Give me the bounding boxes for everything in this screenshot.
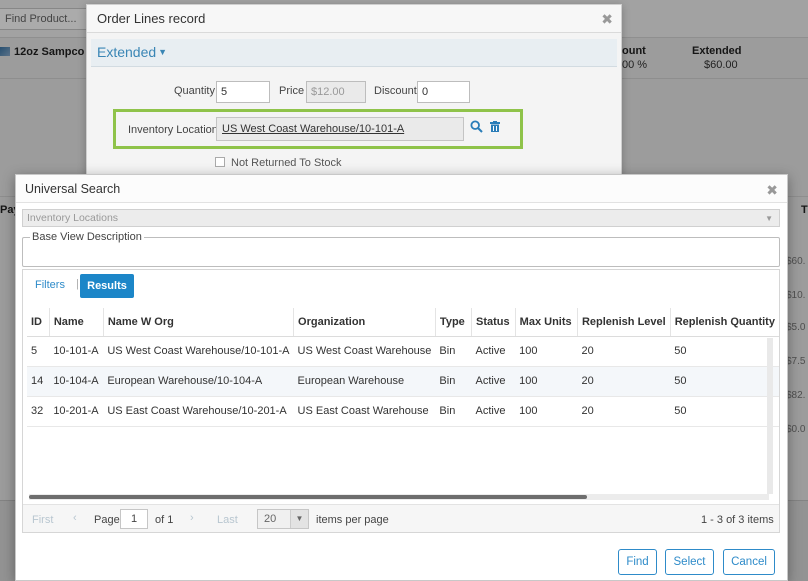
cell-replenish-quantity: 50 xyxy=(670,366,779,397)
column-header-organization[interactable]: Organization xyxy=(293,308,436,337)
column-header-name-w-org[interactable]: Name W Org xyxy=(102,308,294,337)
page-size-select[interactable]: 20 ▼ xyxy=(257,509,309,529)
column-header-replenish-level[interactable]: Replenish Level xyxy=(576,308,671,337)
entity-select-value: Inventory Locations xyxy=(27,212,119,224)
inventory-location-label: Inventory Location xyxy=(128,124,218,136)
column-header-replenish-quantity[interactable]: Replenish Quantity xyxy=(669,308,779,337)
table-header-row: ID Name Name W Org Organization Type Sta… xyxy=(27,308,779,337)
cell-organization: US West Coast Warehouse xyxy=(293,336,436,367)
table-row[interactable]: 14 10-104-A European Warehouse/10-104-A … xyxy=(27,366,779,397)
column-header-max-units[interactable]: Max Units xyxy=(514,308,578,337)
page-size-value: 20 xyxy=(264,513,277,525)
table-row[interactable]: 32 10-201-A US East Coast Warehouse/10-2… xyxy=(27,396,779,427)
pager-page-label: Page xyxy=(94,514,120,526)
price-field: $12.00 xyxy=(306,81,366,103)
universal-search-dialog: Universal Search ✖ Inventory Locations ▼… xyxy=(15,174,788,581)
horizontal-scrollbar-thumb[interactable] xyxy=(29,495,587,499)
cell-type: Bin xyxy=(435,336,472,367)
pager-range: 1 - 3 of 3 items xyxy=(701,514,774,526)
not-returned-checkbox[interactable] xyxy=(215,157,225,167)
quantity-field[interactable]: 5 xyxy=(216,81,270,103)
cell-name-w-org: US East Coast Warehouse/10-201-A xyxy=(103,396,294,427)
caret-down-icon: ▼ xyxy=(765,214,773,223)
pager-last[interactable]: Last xyxy=(217,514,238,526)
cell-name: 10-101-A xyxy=(49,336,104,367)
chevron-right-icon[interactable]: › xyxy=(190,512,194,524)
page-number-input[interactable]: 1 xyxy=(120,509,148,529)
close-icon[interactable]: ✖ xyxy=(601,11,613,28)
pager-of-label: of 1 xyxy=(155,514,174,526)
results-panel: Filters | Results ID Name Name W Org Org… xyxy=(22,269,780,533)
tab-filters[interactable]: Filters xyxy=(35,279,65,291)
entity-select[interactable]: Inventory Locations ▼ xyxy=(22,209,780,227)
cell-id: 14 xyxy=(27,366,50,397)
cell-name-w-org: US West Coast Warehouse/10-101-A xyxy=(103,336,294,367)
cell-max-units: 100 xyxy=(515,366,578,397)
vertical-scrollbar[interactable] xyxy=(767,338,773,494)
inventory-location-group: Inventory Location US West Coast Warehou… xyxy=(113,109,523,149)
cell-organization: US East Coast Warehouse xyxy=(293,396,436,427)
quantity-row: Quantity 5 Price $12.00 Discount 0 xyxy=(87,81,621,105)
not-returned-row: Not Returned To Stock xyxy=(215,157,341,169)
pager: First ‹ Page 1 of 1 › Last 20 ▼ items pe… xyxy=(23,504,779,532)
price-label: Price xyxy=(279,85,305,97)
results-table: ID Name Name W Org Organization Type Sta… xyxy=(27,308,779,427)
order-lines-dialog: Order Lines record ✖ Extended ▼ Quantity … xyxy=(86,4,622,194)
dialog-title: Universal Search xyxy=(25,182,121,196)
close-icon[interactable]: ✖ xyxy=(766,182,778,199)
items-per-page-label: items per page xyxy=(316,514,389,526)
cell-replenish-level: 20 xyxy=(577,396,671,427)
cell-status: Active xyxy=(471,366,516,397)
cell-name: 10-104-A xyxy=(49,366,104,397)
tab-separator: | xyxy=(76,278,79,290)
not-returned-label: Not Returned To Stock xyxy=(231,157,342,169)
discount-field[interactable]: 0 xyxy=(417,81,470,103)
cell-name: 10-201-A xyxy=(49,396,104,427)
cell-id: 32 xyxy=(27,396,50,427)
horizontal-scrollbar[interactable] xyxy=(29,494,769,500)
column-header-type[interactable]: Type xyxy=(434,308,472,337)
cell-organization: European Warehouse xyxy=(293,366,436,397)
cell-type: Bin xyxy=(435,366,472,397)
universal-search-header: Universal Search ✖ xyxy=(16,175,787,203)
cell-replenish-level: 20 xyxy=(577,336,671,367)
pager-first[interactable]: First xyxy=(32,514,53,526)
cell-replenish-quantity: 50 xyxy=(670,336,779,367)
find-button[interactable]: Find xyxy=(618,549,657,575)
cell-name-w-org: European Warehouse/10-104-A xyxy=(103,366,294,397)
cell-id: 5 xyxy=(27,336,50,367)
cell-type: Bin xyxy=(435,396,472,427)
column-header-id[interactable]: ID xyxy=(27,308,50,337)
table-row[interactable]: 5 10-101-A US West Coast Warehouse/10-10… xyxy=(27,336,779,367)
base-view-legend: Base View Description xyxy=(30,231,144,243)
inventory-location-field[interactable]: US West Coast Warehouse/10-101-A xyxy=(216,117,464,141)
trash-icon[interactable] xyxy=(490,121,500,132)
base-view-description-field[interactable]: Base View Description xyxy=(22,231,780,267)
tab-results[interactable]: Results xyxy=(80,274,134,298)
cancel-button[interactable]: Cancel xyxy=(723,549,775,575)
extended-tab[interactable]: Extended ▼ xyxy=(91,39,617,67)
chevron-left-icon[interactable]: ‹ xyxy=(73,512,77,524)
discount-label: Discount xyxy=(374,85,417,97)
dialog-title: Order Lines record xyxy=(97,11,206,26)
column-header-name[interactable]: Name xyxy=(48,308,104,337)
cell-replenish-level: 20 xyxy=(577,366,671,397)
cell-status: Active xyxy=(471,396,516,427)
cell-max-units: 100 xyxy=(515,396,578,427)
quantity-label: Quantity xyxy=(174,85,215,97)
extended-tab-label: Extended xyxy=(97,44,157,60)
cell-max-units: 100 xyxy=(515,336,578,367)
caret-down-icon: ▼ xyxy=(158,47,168,57)
cell-status: Active xyxy=(471,336,516,367)
order-lines-header: Order Lines record ✖ xyxy=(87,5,621,33)
caret-down-icon: ▼ xyxy=(290,510,308,528)
cell-replenish-quantity: 50 xyxy=(670,396,779,427)
column-header-status[interactable]: Status xyxy=(471,308,516,337)
search-icon[interactable] xyxy=(470,120,483,136)
select-button[interactable]: Select xyxy=(665,549,714,575)
